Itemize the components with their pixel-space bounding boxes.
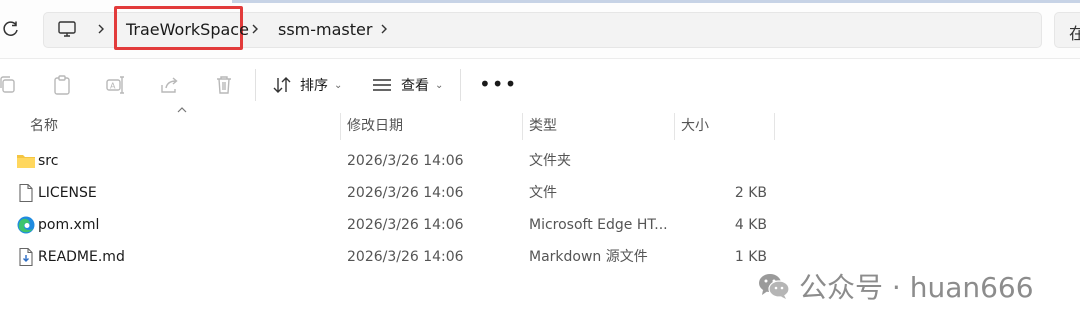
list-item-src[interactable]: src 2026/3/26 14:06 文件夹	[0, 145, 1080, 177]
file-name: src	[38, 153, 59, 169]
rename-icon[interactable]: A	[105, 74, 127, 96]
column-header-name[interactable]: 名称	[30, 111, 58, 141]
file-date: 2026/3/26 14:06	[347, 249, 464, 265]
folder-icon	[17, 155, 35, 168]
share-icon[interactable]	[159, 74, 181, 96]
delete-icon[interactable]	[213, 74, 235, 96]
file-name: LICENSE	[38, 185, 97, 201]
copy-icon[interactable]	[0, 74, 19, 96]
chevron-down-icon: ⌄	[334, 79, 343, 91]
watermark-text: 公众号 · huan666	[799, 271, 1034, 304]
column-divider[interactable]	[522, 113, 523, 140]
toolbar-separator	[460, 69, 461, 101]
breadcrumb-traeworkspace[interactable]: TraeWorkSpace	[126, 20, 249, 40]
toolbar-separator	[255, 69, 256, 101]
svg-text:A: A	[110, 82, 116, 91]
sort-up-arrow-icon	[177, 107, 187, 113]
breadcrumb-ssm-master[interactable]: ssm-master	[278, 20, 372, 40]
address-bar-row: TraeWorkSpace ssm-master 在	[0, 0, 1080, 59]
file-name: README.md	[38, 249, 125, 265]
this-pc-icon[interactable]	[57, 19, 77, 39]
more-options-button[interactable]: •••	[479, 74, 517, 94]
top-strip	[232, 0, 1080, 3]
wechat-watermark: 公众号 · huan666	[757, 266, 1034, 306]
wechat-icon	[759, 274, 790, 299]
list-item-license[interactable]: LICENSE 2026/3/26 14:06 文件 2 KB	[0, 177, 1080, 209]
view-label: 查看	[401, 78, 429, 94]
list-item-pom-xml[interactable]: pom.xml 2026/3/26 14:06 Microsoft Edge H…	[0, 209, 1080, 241]
view-button[interactable]: 查看 ⌄	[371, 73, 443, 97]
file-size: 2 KB	[734, 185, 767, 201]
column-header-type[interactable]: 类型	[529, 111, 557, 141]
file-name: pom.xml	[38, 217, 100, 233]
file-date: 2026/3/26 14:06	[347, 153, 464, 169]
file-type: Markdown 源文件	[529, 249, 648, 265]
paste-icon[interactable]	[51, 74, 73, 96]
file-icon	[19, 183, 33, 203]
file-type: Microsoft Edge HT...	[529, 217, 668, 233]
file-date: 2026/3/26 14:06	[347, 185, 464, 201]
refresh-icon[interactable]	[2, 20, 20, 38]
sort-label: 排序	[300, 78, 328, 94]
breadcrumb-chevron-icon[interactable]	[95, 20, 107, 38]
sort-button[interactable]: 排序 ⌄	[272, 73, 342, 97]
chevron-down-icon: ⌄	[435, 79, 444, 91]
sort-icon	[273, 77, 291, 93]
file-type: 文件	[529, 185, 557, 201]
column-divider[interactable]	[340, 113, 341, 140]
column-divider[interactable]	[774, 113, 775, 140]
command-toolbar: A 排序 ⌄ 查看 ⌄	[0, 59, 1080, 111]
file-date: 2026/3/26 14:06	[347, 217, 464, 233]
column-divider[interactable]	[674, 113, 675, 140]
markdown-file-icon	[19, 247, 33, 267]
column-header-date[interactable]: 修改日期	[347, 111, 403, 141]
breadcrumb-chevron-icon[interactable]	[378, 20, 390, 38]
column-header-size[interactable]: 大小	[681, 111, 709, 141]
search-placeholder: 在	[1069, 24, 1080, 43]
file-size: 4 KB	[734, 217, 767, 233]
breadcrumb-chevron-icon[interactable]	[249, 20, 261, 38]
view-list-icon	[373, 79, 391, 91]
edge-icon	[17, 216, 35, 234]
file-type: 文件夹	[529, 153, 571, 169]
